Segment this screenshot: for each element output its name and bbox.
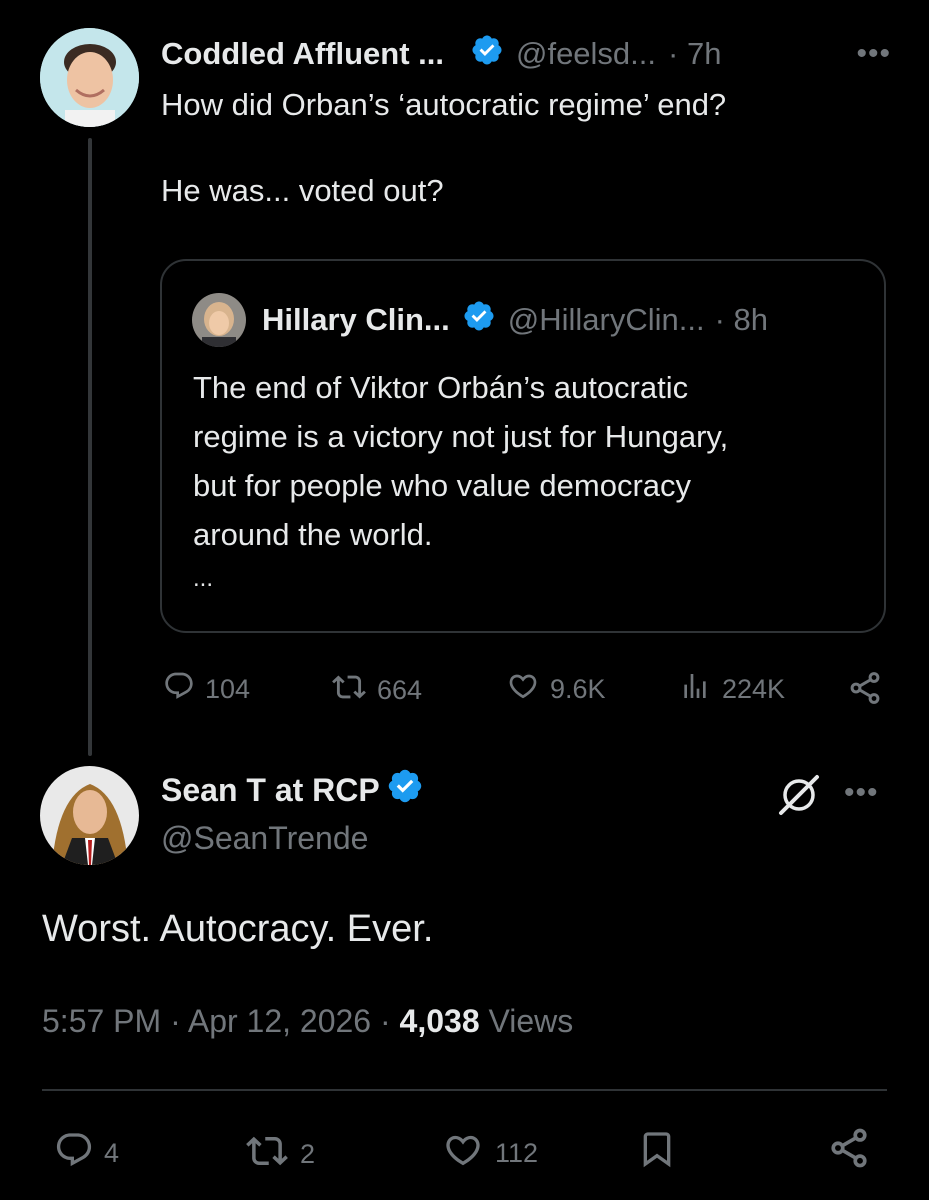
reply-icon [163, 670, 195, 709]
reply-count: 4 [104, 1138, 120, 1168]
verified-badge-icon [462, 299, 496, 341]
quoted-text-line: but for people who value democracy [193, 468, 692, 503]
author-name[interactable]: Coddled Affluent ... [161, 36, 444, 72]
repost-button[interactable]: 664 [331, 670, 422, 711]
quoted-post[interactable]: Hillary Clin... @HillaryClin... · 8h The… [160, 259, 886, 633]
quoted-post-text: The end of Viktor Orbán’s autocratic reg… [193, 363, 863, 599]
repost-count: 2 [300, 1139, 316, 1169]
reply-count: 104 [205, 674, 251, 704]
quoted-text-line: around the world. [193, 517, 433, 552]
main-post-text: Worst. Autocracy. Ever. [42, 908, 434, 950]
avatar[interactable] [192, 293, 246, 347]
divider [42, 1089, 887, 1091]
avatar[interactable] [40, 766, 139, 865]
bookmark-button[interactable] [637, 1125, 677, 1180]
repost-count: 664 [377, 675, 423, 705]
more-options-icon[interactable]: ••• [856, 37, 891, 71]
reply-icon [54, 1130, 94, 1177]
quoted-text-line: The end of Viktor Orbán’s autocratic [193, 370, 689, 405]
views-button[interactable]: 224K [678, 670, 785, 709]
more-options-icon[interactable]: ••• [844, 776, 879, 810]
like-button[interactable]: 9.6K [506, 670, 606, 709]
reply-button[interactable]: 4 [54, 1130, 119, 1177]
repost-icon [244, 1130, 290, 1179]
post-header: Coddled Affluent ... @feelsd... · 7h ••• [161, 34, 891, 74]
quoted-text-more: ... [193, 565, 214, 592]
quoted-text-line: regime is a victory not just for Hungary… [193, 419, 729, 454]
repost-button[interactable]: 2 [244, 1130, 315, 1179]
grok-icon[interactable] [775, 773, 823, 822]
quoted-post-time[interactable]: · 8h [715, 302, 768, 338]
post-metadata: 5:57 PM · Apr 12, 2026 · 4,038 Views [42, 1003, 573, 1040]
quoted-author-handle[interactable]: @HillaryClin... [508, 302, 705, 338]
avatar[interactable] [40, 28, 139, 127]
main-author-name[interactable]: Sean T at RCP [161, 772, 380, 809]
views-chart-icon [678, 670, 712, 709]
views-label: Views [479, 1003, 574, 1039]
post-text: How did Orban’s ‘autocratic regime’ end?… [161, 84, 901, 212]
post-time[interactable]: · 7h [668, 36, 721, 72]
post-text-line: How did Orban’s ‘autocratic regime’ end? [161, 87, 727, 122]
views-count: 4,038 [399, 1003, 480, 1039]
main-author-handle[interactable]: @SeanTrende [161, 820, 368, 857]
heart-icon [441, 1130, 485, 1177]
share-icon [846, 670, 884, 713]
share-button[interactable] [826, 1126, 872, 1177]
like-button[interactable]: 112 [441, 1130, 538, 1177]
post-timestamp[interactable]: 5:57 PM · Apr 12, 2026 · [42, 1003, 400, 1039]
repost-icon [331, 670, 367, 711]
quoted-author-name[interactable]: Hillary Clin... [262, 302, 450, 338]
main-author-row: Sean T at RCP [161, 768, 424, 812]
share-button[interactable] [846, 670, 884, 713]
verified-badge-icon [386, 767, 424, 813]
post-text-line: He was... voted out? [161, 173, 444, 208]
author-handle[interactable]: @feelsd... [516, 36, 656, 72]
like-count: 112 [495, 1138, 539, 1168]
quoted-post-header: Hillary Clin... @HillaryClin... · 8h [262, 299, 862, 341]
bookmark-icon [637, 1125, 677, 1180]
thread-line [88, 138, 92, 756]
reply-button[interactable]: 104 [163, 670, 250, 709]
heart-icon [506, 670, 540, 709]
like-count: 9.6K [550, 674, 606, 704]
share-icon [826, 1126, 872, 1177]
views-count: 224K [722, 674, 786, 704]
verified-badge-icon [470, 33, 504, 75]
